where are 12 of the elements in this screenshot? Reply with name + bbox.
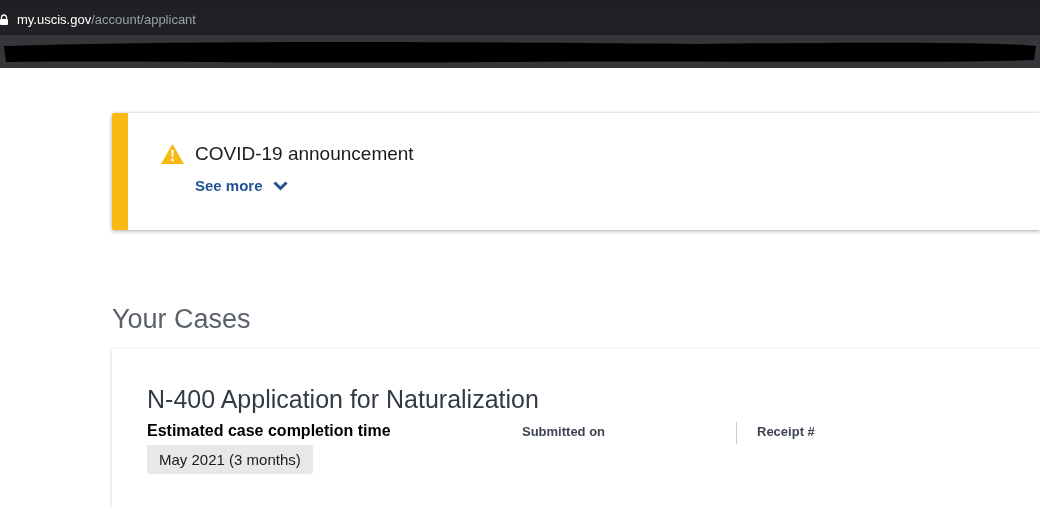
field-label: Submitted on [522, 424, 606, 439]
announcement-title: COVID-19 announcement [195, 143, 414, 165]
section-heading: Your Cases [112, 304, 251, 335]
field-label: Receipt # [757, 424, 815, 439]
chevron-down-icon [272, 180, 288, 191]
warning-icon [161, 144, 184, 164]
see-more-link[interactable]: See more [195, 177, 288, 194]
lock-icon [0, 14, 8, 25]
field-label: Estimated case completion time [147, 422, 391, 440]
address-text[interactable]: my.uscis.gov/account/applicant [17, 12, 196, 27]
case-title: N-400 Application for Naturalization [147, 385, 539, 414]
completion-estimate: May 2021 (3 months) [147, 445, 313, 474]
